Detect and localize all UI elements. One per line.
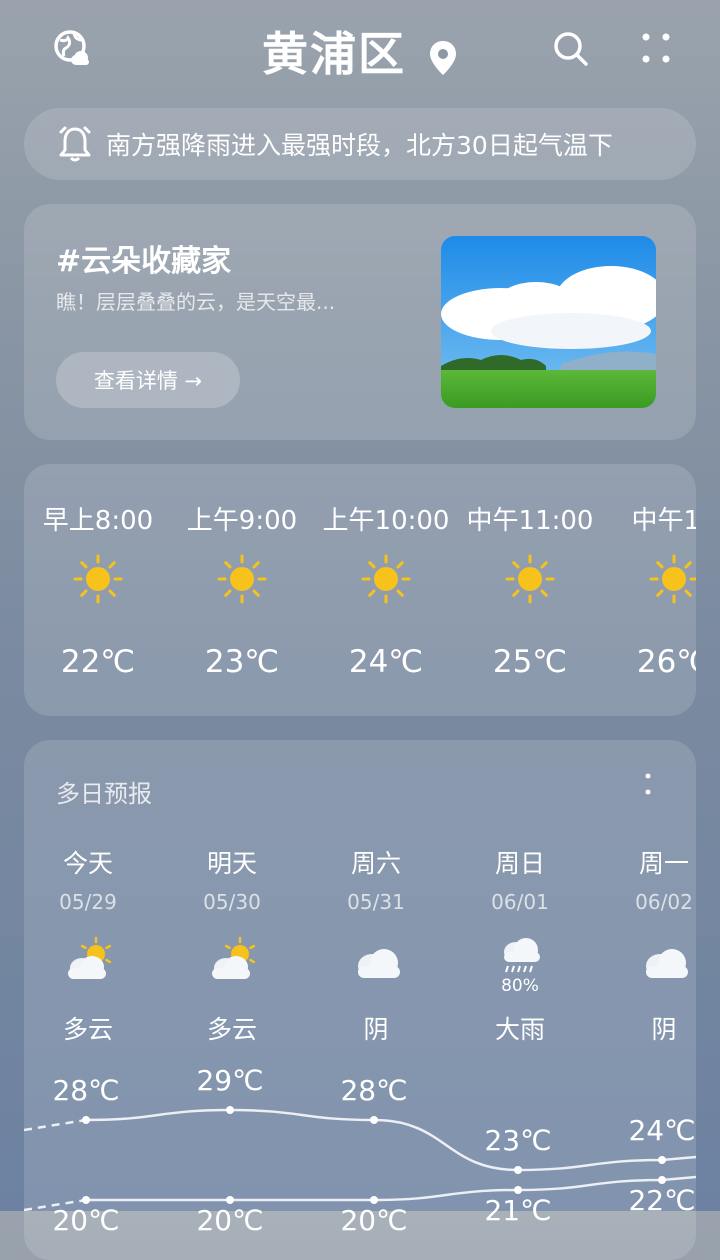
promo-title: #云朵收藏家 (56, 244, 232, 279)
city-title[interactable]: 黄浦区 (0, 18, 720, 84)
low-temp-label: 20℃ (52, 1204, 120, 1237)
high-temp-label: 28℃ (340, 1074, 408, 1107)
low-temp-label: 22℃ (628, 1184, 696, 1217)
low-temp-point (514, 1186, 522, 1194)
low-temp-point (658, 1176, 666, 1184)
hourly-time: 早上8:00 (42, 506, 154, 536)
high-temp-point (514, 1166, 522, 1174)
high-temp-point (226, 1106, 234, 1114)
low-temp-point (82, 1196, 90, 1204)
low-temp-point (370, 1196, 378, 1204)
city-name: 黄浦区 (261, 27, 406, 81)
hourly-time: 上午9:00 (186, 506, 298, 536)
high-temp-label: 24℃ (628, 1114, 696, 1147)
hourly-time: 中午12 (631, 506, 696, 536)
high-temp-point (658, 1156, 666, 1164)
sun-icon (73, 554, 123, 604)
promo-card[interactable]: #云朵收藏家 瞧！层层叠叠的云，是天空最... 查看详情 → (24, 204, 696, 440)
high-temp-line-history (24, 1118, 87, 1132)
daily-forecast-card[interactable]: 多日预报 今天 05/29 多云 明天 05/30 多云 周六 05/31 阴周日 06/01 80… (24, 740, 696, 1260)
hourly-temp: 26℃ (636, 644, 696, 680)
high-temp-point (370, 1116, 378, 1124)
high-temp-point (82, 1116, 90, 1124)
sun-icon (361, 554, 411, 604)
location-pin-icon (430, 40, 456, 75)
hourly-temp: 23℃ (204, 644, 280, 680)
high-temp-label: 28℃ (52, 1074, 120, 1107)
hourly-temp: 22℃ (60, 644, 136, 680)
low-temp-label: 20℃ (196, 1204, 264, 1237)
low-temp-label: 20℃ (340, 1204, 408, 1237)
alert-text: 南方强降雨进入最强时段，北方30日起气温下 (106, 131, 613, 160)
sun-icon (649, 554, 696, 604)
hourly-forecast-card[interactable]: 早上8:00 22℃ 上午9:00 23℃ 上午10:00 24℃ 中午11:00 25℃ 中午… (24, 464, 696, 716)
hourly-time: 上午10:00 (322, 506, 450, 536)
view-details-button[interactable]: 查看详情 → (56, 352, 240, 408)
sun-icon (505, 554, 555, 604)
more-dots-icon[interactable] (634, 26, 678, 70)
temperature-curve (24, 1106, 696, 1212)
search-icon[interactable] (548, 26, 592, 70)
hourly-temp: 25℃ (492, 644, 568, 680)
hourly-time: 中午11:00 (466, 506, 594, 536)
sun-icon (217, 554, 267, 604)
high-temp-label: 29℃ (196, 1064, 264, 1097)
hourly-temp: 24℃ (348, 644, 424, 680)
promo-subtitle: 瞧！层层叠叠的云，是天空最... (56, 290, 336, 314)
high-temp-label: 23℃ (484, 1124, 552, 1157)
promo-image[interactable] (441, 236, 656, 408)
low-temp-point (226, 1196, 234, 1204)
weather-alert-banner[interactable]: 南方强降雨进入最强时段，北方30日起气温下 (24, 108, 696, 180)
alarm-bell-icon (59, 126, 91, 162)
